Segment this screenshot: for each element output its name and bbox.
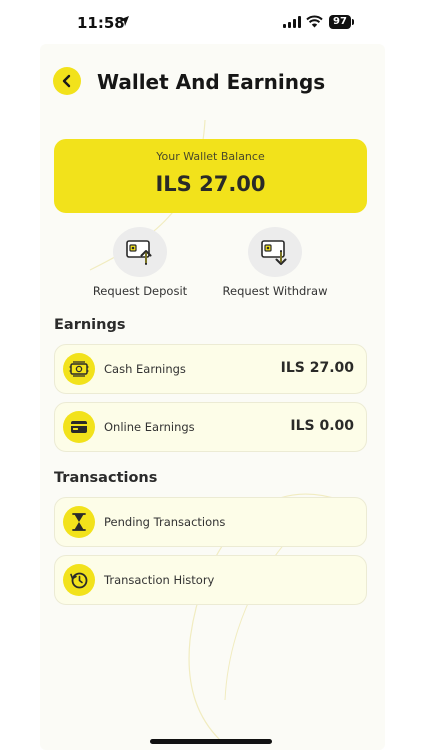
online-earnings-amount: ILS 0.00 [290,418,354,434]
request-deposit-button[interactable]: Request Deposit [70,227,210,299]
cash-earnings-label: Cash Earnings [104,362,186,376]
online-earnings-card[interactable]: Online Earnings ILS 0.00 [54,402,367,452]
location-arrow-icon [119,16,129,26]
cash-earnings-amount: ILS 27.00 [280,360,354,376]
transaction-history-card[interactable]: Transaction History [54,555,367,605]
pending-transactions-label: Pending Transactions [104,515,226,529]
cash-earnings-card[interactable]: Cash Earnings ILS 27.00 [54,344,367,394]
wallet-withdraw-icon [248,227,302,277]
request-withdraw-label: Request Withdraw [222,284,328,298]
wallet-deposit-icon [113,227,167,277]
request-deposit-label: Request Deposit [92,284,188,298]
request-withdraw-button[interactable]: Request Withdraw [205,227,345,299]
wallet-balance-card: Your Wallet Balance ILS 27.00 [54,139,367,213]
balance-label: Your Wallet Balance [156,150,265,163]
battery-tip [352,19,354,25]
balance-value: ILS 27.00 [155,172,266,196]
back-button[interactable] [53,67,81,95]
card-icon [63,411,95,443]
transactions-title: Transactions [54,470,158,486]
hourglass-icon [63,506,95,538]
wifi-icon [306,15,323,28]
battery-icon: 97 [329,15,351,29]
online-earnings-label: Online Earnings [104,420,195,434]
signal-icon [283,16,301,28]
chevron-left-icon [62,74,71,88]
history-icon [63,564,95,596]
cash-icon [63,353,95,385]
pending-transactions-card[interactable]: Pending Transactions [54,497,367,547]
status-bar: 11:58 97 [0,0,422,44]
transaction-history-label: Transaction History [104,573,215,587]
page-title: Wallet And Earnings [97,70,326,94]
home-indicator[interactable] [150,739,272,744]
earnings-title: Earnings [54,317,126,333]
battery-level: 97 [333,16,347,27]
